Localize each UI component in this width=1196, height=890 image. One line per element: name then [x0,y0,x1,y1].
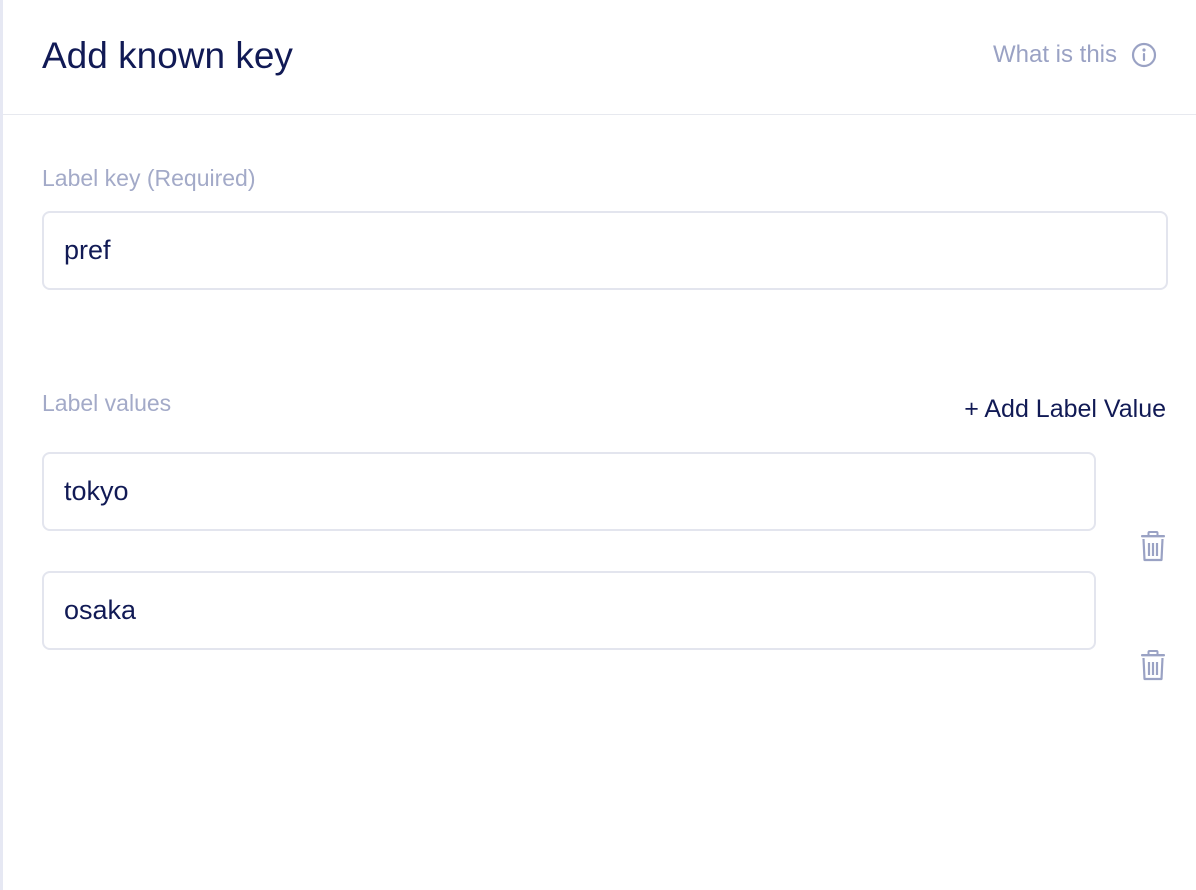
what-is-this-label: What is this [992,41,1117,68]
trash-icon [1136,648,1170,682]
label-values-label: Label values [42,390,172,416]
panel-header: Add known key What is this [3,0,1196,115]
label-value-input-osaka[interactable] [42,571,1096,650]
label-key-input[interactable] [42,211,1168,290]
label-key-label: Label key (Required) [42,165,256,191]
page-title: Add known key [42,35,293,76]
what-is-this-link[interactable]: What is this [993,41,1157,69]
trash-icon [1136,529,1170,563]
delete-value-button-osaka[interactable] [1136,648,1170,682]
add-known-key-panel: Add known key What is this Label key (Re… [0,0,1196,890]
info-circle-icon [1131,42,1157,68]
add-label-value-button[interactable]: + Add Label Value [964,395,1166,424]
delete-value-button-tokyo[interactable] [1136,529,1170,563]
label-value-input-tokyo[interactable] [42,452,1096,531]
